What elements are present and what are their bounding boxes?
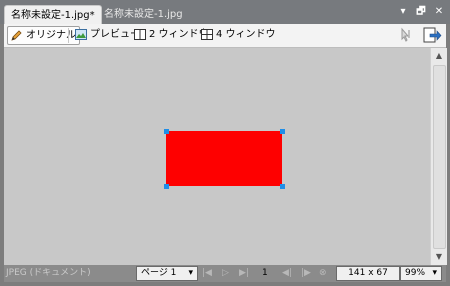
dropdown-icon[interactable]: ▾ — [398, 6, 408, 18]
close-icon[interactable]: ✕ — [434, 6, 444, 18]
page-select-label: ページ 1 — [141, 268, 177, 278]
document-format: JPEG (ドキュメント) — [6, 268, 91, 278]
vertical-scrollbar[interactable]: ▲ ▼ — [430, 48, 447, 265]
scroll-thumb[interactable] — [433, 65, 446, 249]
selection-handle-top-right[interactable] — [280, 129, 285, 134]
pointer-tool-icon[interactable] — [396, 26, 416, 44]
four-window-button[interactable]: 4 ウィンドウ — [198, 26, 279, 43]
four-window-label: 4 ウィンドウ — [216, 29, 276, 40]
image-size: 141 x 67 — [336, 266, 400, 281]
page-number: 1 — [262, 268, 268, 278]
prev-frame-icon[interactable]: ◀| — [282, 266, 292, 280]
first-page-icon[interactable]: |◀ — [202, 266, 212, 280]
zoom-select[interactable]: 99% ▾ — [400, 266, 442, 281]
scroll-down-icon[interactable]: ▼ — [431, 249, 447, 265]
document-window: 名称未設定-1.jpg* 名称未設定-1.jpg ▾ 🗗 ✕ オリジナル プレビ… — [0, 0, 450, 286]
tab-active-document[interactable]: 名称未設定-1.jpg* — [4, 5, 102, 25]
original-view-button[interactable]: オリジナル — [7, 26, 80, 45]
zoom-label: 99% — [405, 268, 426, 278]
scroll-up-icon[interactable]: ▲ — [431, 48, 447, 64]
selection-handle-top-left[interactable] — [164, 129, 169, 134]
status-bar: JPEG (ドキュメント) ページ 1 ▾ |◀ ▷ ▶| 1 ◀| |▶ ⊗ … — [4, 265, 446, 282]
window-controls: ▾ 🗗 ✕ — [398, 6, 444, 20]
stop-icon[interactable]: ⊗ — [319, 266, 327, 280]
two-window-icon — [134, 29, 146, 40]
selection-handle-bottom-left[interactable] — [164, 184, 169, 189]
play-icon[interactable]: ▷ — [222, 266, 229, 280]
document-canvas[interactable] — [4, 48, 430, 265]
view-toolbar: オリジナル プレビュー 2 ウィンドウ 4 ウィンドウ — [4, 24, 446, 48]
chevron-down-icon: ▾ — [188, 268, 193, 278]
tab-inactive-document[interactable]: 名称未設定-1.jpg — [98, 5, 189, 24]
red-rectangle[interactable] — [166, 131, 282, 186]
page-select[interactable]: ページ 1 ▾ — [136, 266, 198, 281]
pencil-icon — [11, 30, 22, 41]
tab-bar: 名称未設定-1.jpg* 名称未設定-1.jpg ▾ 🗗 ✕ — [0, 0, 450, 25]
toolbar-separator — [68, 28, 69, 43]
zoom-chevron-down-icon: ▾ — [432, 268, 437, 278]
selection-handle-bottom-right[interactable] — [280, 184, 285, 189]
last-page-icon[interactable]: ▶| — [239, 266, 249, 280]
restore-icon[interactable]: 🗗 — [416, 6, 426, 18]
export-icon[interactable] — [422, 26, 442, 44]
next-frame-icon[interactable]: |▶ — [301, 266, 311, 280]
four-window-icon — [201, 29, 213, 40]
image-icon — [75, 29, 87, 40]
